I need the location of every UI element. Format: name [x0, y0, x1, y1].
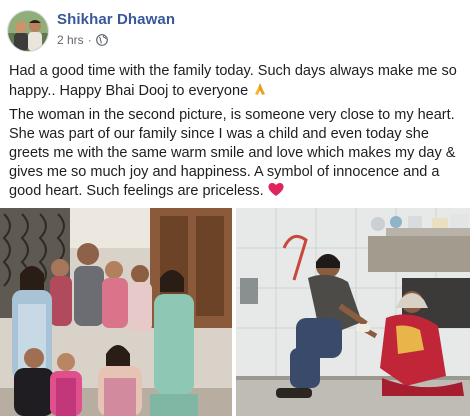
post-text-paragraph-1: Had a good time with the family today. S…: [9, 62, 464, 103]
elder-woman-greeting-photo[interactable]: [236, 208, 470, 416]
facebook-post: Shikhar Dhawan 2 hrs · Had a good time w…: [0, 0, 470, 416]
family-group-photo[interactable]: [0, 208, 232, 416]
folded-hands-icon: [252, 81, 268, 103]
post-timestamp[interactable]: 2 hrs: [57, 33, 84, 47]
meta-separator: ·: [87, 33, 92, 47]
post-text-paragraph-2: The woman in the second picture, is some…: [9, 106, 464, 203]
post-meta: 2 hrs ·: [57, 33, 108, 47]
globe-icon[interactable]: [95, 34, 108, 46]
paragraph-1-text: Had a good time with the family today. S…: [9, 63, 457, 99]
author-name-link[interactable]: Shikhar Dhawan: [57, 11, 175, 28]
red-heart-icon: [268, 182, 284, 203]
paragraph-2-text: The woman in the second picture, is some…: [9, 107, 456, 199]
author-avatar[interactable]: [7, 10, 49, 52]
